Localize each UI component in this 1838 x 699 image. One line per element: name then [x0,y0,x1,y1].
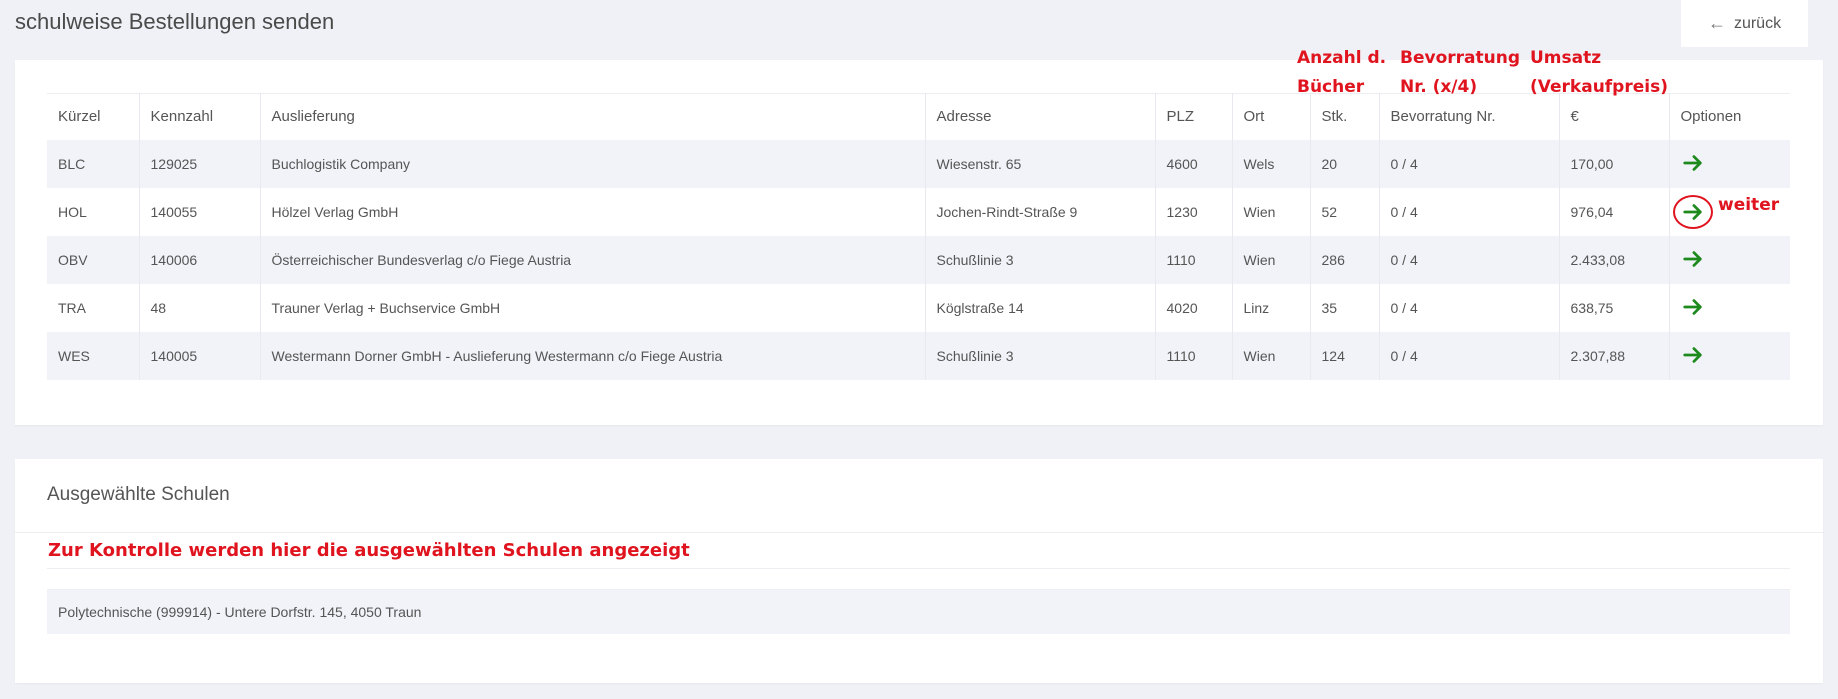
cell-umsatz: 638,75 [1559,283,1670,332]
cell-umsatz: 976,04 [1559,187,1670,236]
arrow-right-icon[interactable] [1681,247,1705,271]
annotation-bevorratung: Bevorratung Nr. (x/4) [1400,44,1520,102]
cell-auslieferung: Hölzel Verlag GmbH [260,187,926,236]
arrow-left-icon: ← [1707,13,1726,33]
annotation-schools-note: Zur Kontrolle werden hier die ausgewählt… [48,540,690,561]
cell-umsatz: 2.307,88 [1559,331,1670,380]
header-kennzahl[interactable]: Kennzahl [139,93,261,140]
annotation-umsatz-line2: (Verkaufpreis) [1530,76,1668,97]
selected-schools-table: Polytechnische (999914) - Untere Dorfstr… [47,568,1790,634]
annotation-stk-line2: Bücher [1297,76,1365,97]
cell-optionen [1669,284,1790,332]
cell-kuerzel: OBV [47,235,140,284]
back-button[interactable]: ← zurück [1681,0,1808,47]
cell-auslieferung: Buchlogistik Company [260,139,926,188]
cell-kuerzel: WES [47,331,140,380]
table-row: WES 140005 Westermann Dorner GmbH - Ausl… [47,331,1790,380]
annotation-bevorratung-line2: Nr. (x/4) [1400,76,1478,97]
cell-auslieferung: Österreichischer Bundesverlag c/o Fiege … [260,235,926,284]
table-row: OBV 140006 Österreichischer Bundesverlag… [47,235,1790,284]
back-button-label: zurück [1733,14,1782,32]
cell-umsatz: 2.433,08 [1559,235,1670,284]
cell-bevorratung: 0 / 4 [1379,235,1560,284]
orders-card: Kürzel Kennzahl Auslieferung Adresse PLZ… [15,60,1823,425]
cell-adresse: Jochen-Rindt-Straße 9 [925,187,1156,236]
table-row: BLC 129025 Buchlogistik Company Wiesenst… [47,139,1790,188]
cell-optionen [1669,332,1790,380]
cell-ort: Wien [1232,187,1311,236]
header-plz[interactable]: PLZ [1155,93,1233,140]
cell-bevorratung: 0 / 4 [1379,283,1560,332]
cell-adresse: Schußlinie 3 [925,235,1156,284]
cell-adresse: Köglstraße 14 [925,283,1156,332]
cell-bevorratung: 0 / 4 [1379,139,1560,188]
cell-optionen [1669,140,1790,188]
cell-stk: 286 [1310,235,1380,284]
cell-adresse: Schußlinie 3 [925,331,1156,380]
cell-kuerzel: HOL [47,187,140,236]
cell-ort: Linz [1232,283,1311,332]
arrow-right-icon[interactable] [1681,295,1705,319]
cell-auslieferung: Trauner Verlag + Buchservice GmbH [260,283,926,332]
selected-schools-header [47,568,1790,590]
cell-plz: 1230 [1155,187,1233,236]
table-row: TRA 48 Trauner Verlag + Buchservice GmbH… [47,283,1790,332]
cell-plz: 4600 [1155,139,1233,188]
annotation-umsatz: Umsatz (Verkaufpreis) [1530,44,1668,102]
cell-stk: 124 [1310,331,1380,380]
arrow-right-icon[interactable] [1681,343,1705,367]
cell-adresse: Wiesenstr. 65 [925,139,1156,188]
list-item: Polytechnische (999914) - Untere Dorfstr… [47,590,1790,634]
orders-table: Kürzel Kennzahl Auslieferung Adresse PLZ… [47,93,1790,380]
header-auslieferung[interactable]: Auslieferung [260,93,926,140]
header-kuerzel[interactable]: Kürzel [47,93,140,140]
annotation-bevorratung-line1: Bevorratung [1400,48,1520,68]
header-optionen: Optionen [1680,108,1742,126]
cell-bevorratung: 0 / 4 [1379,187,1560,236]
annotation-weiter: weiter [1718,195,1780,215]
cell-kennzahl: 129025 [139,139,261,188]
cell-kennzahl: 140006 [139,235,261,284]
cell-bevorratung: 0 / 4 [1379,331,1560,380]
cell-stk: 20 [1310,139,1380,188]
cell-auslieferung: Westermann Dorner GmbH - Auslieferung We… [260,331,926,380]
annotation-stk: Anzahl d. Bücher [1297,44,1386,102]
cell-plz: 1110 [1155,331,1233,380]
cell-kennzahl: 48 [139,283,261,332]
header-adresse[interactable]: Adresse [925,93,1156,140]
cell-kuerzel: BLC [47,139,140,188]
annotation-stk-line1: Anzahl d. [1297,48,1387,68]
divider [15,532,1823,533]
arrow-right-icon[interactable] [1681,200,1705,224]
cell-plz: 1110 [1155,235,1233,284]
cell-kennzahl: 140055 [139,187,261,236]
cell-stk: 35 [1310,283,1380,332]
cell-ort: Wien [1232,331,1311,380]
page-title: schulweise Bestellungen senden [15,9,335,34]
cell-ort: Wels [1232,139,1311,188]
cell-ort: Wien [1232,235,1311,284]
cell-kennzahl: 140005 [139,331,261,380]
arrow-right-icon[interactable] [1681,151,1705,175]
table-row: HOL 140055 Hölzel Verlag GmbH Jochen-Rin… [47,187,1790,236]
orders-header-row: Kürzel Kennzahl Auslieferung Adresse PLZ… [47,93,1790,140]
cell-kuerzel: TRA [47,283,140,332]
selected-schools-card: Ausgewählte Schulen Zur Kontrolle werden… [15,459,1823,683]
cell-umsatz: 170,00 [1559,139,1670,188]
cell-stk: 52 [1310,187,1380,236]
annotation-umsatz-line1: Umsatz [1530,48,1602,68]
cell-optionen [1669,236,1790,284]
highlight-circle [1672,194,1713,229]
selected-schools-title: Ausgewählte Schulen [47,484,230,505]
cell-plz: 4020 [1155,283,1233,332]
